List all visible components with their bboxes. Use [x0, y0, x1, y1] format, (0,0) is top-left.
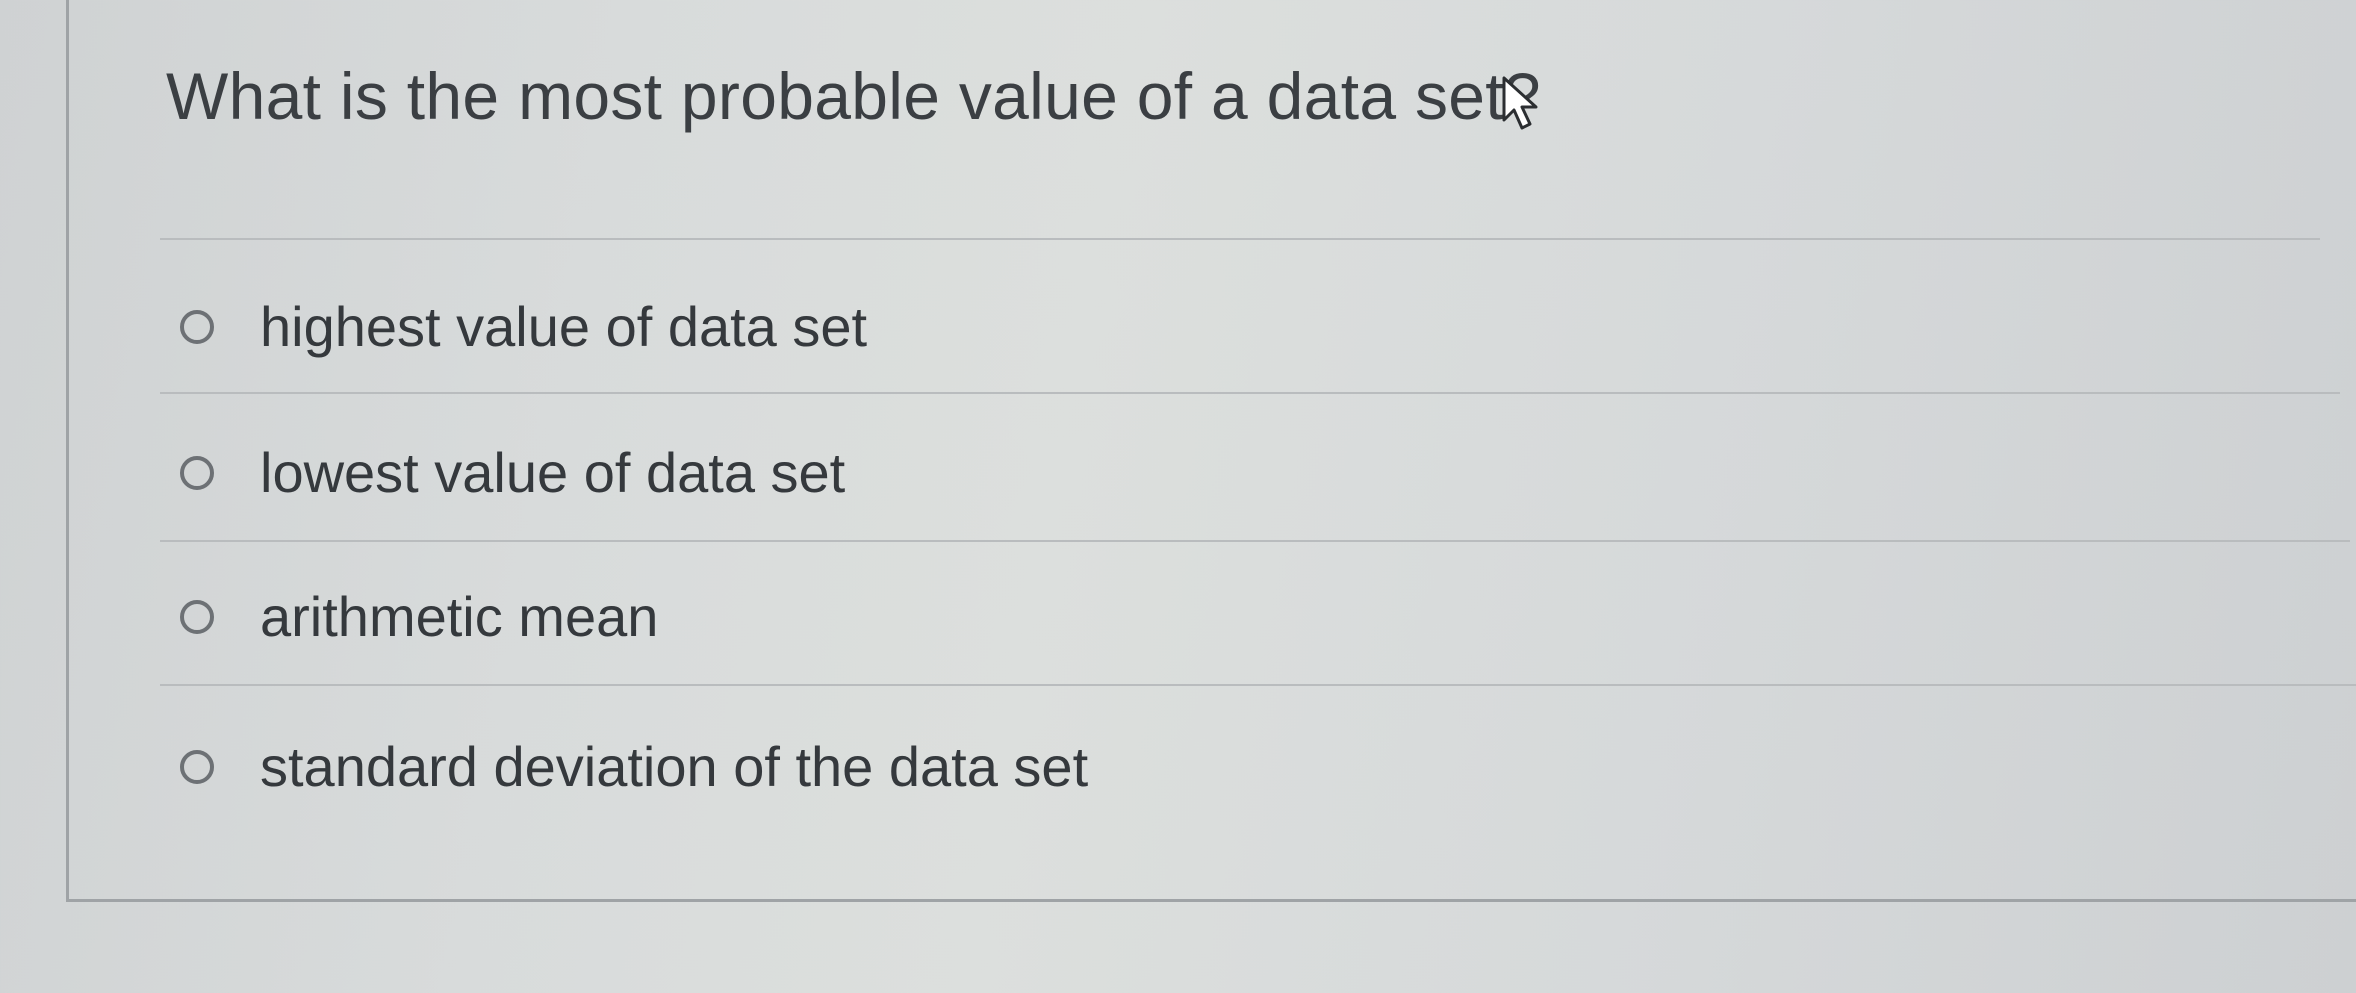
option-standard-deviation[interactable]: standard deviation of the data set: [180, 734, 1088, 799]
option-lowest-value[interactable]: lowest value of data set: [180, 440, 845, 505]
option-highest-value[interactable]: highest value of data set: [180, 294, 867, 359]
divider: [160, 684, 2356, 686]
question-text: What is the most probable value of a dat…: [166, 59, 1541, 133]
divider: [160, 238, 2320, 240]
pointer-arrow-icon: [1502, 76, 1538, 130]
option-label: arithmetic mean: [260, 585, 659, 648]
divider: [160, 540, 2350, 542]
divider: [160, 392, 2340, 394]
radio-button[interactable]: [180, 749, 214, 784]
option-label: highest value of data set: [260, 295, 868, 358]
option-label: lowest value of data set: [260, 441, 846, 504]
radio-button[interactable]: [180, 309, 214, 344]
option-label: standard deviation of the data set: [260, 735, 1089, 798]
radio-button[interactable]: [180, 455, 214, 490]
radio-button[interactable]: [180, 599, 214, 634]
option-arithmetic-mean[interactable]: arithmetic mean: [180, 584, 658, 649]
